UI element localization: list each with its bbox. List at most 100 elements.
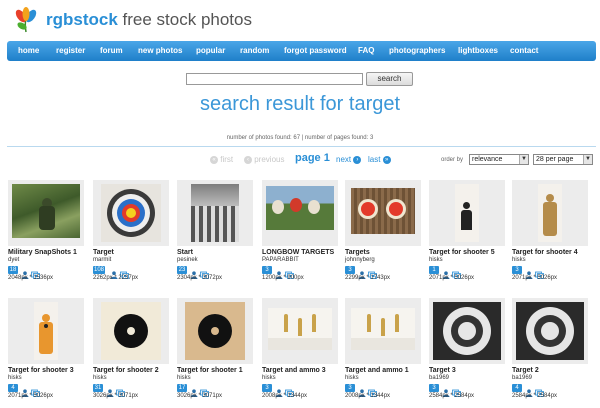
user-icon[interactable] <box>106 384 114 397</box>
lightbox-add-icon[interactable] <box>452 266 461 279</box>
photo-thumbnail[interactable] <box>262 180 338 246</box>
photo-title[interactable]: Military SnapShots 1 <box>8 249 77 256</box>
photo-thumbnail[interactable] <box>177 298 253 364</box>
lightbox-add-icon[interactable] <box>285 266 294 279</box>
user-icon[interactable] <box>21 266 29 279</box>
user-icon[interactable] <box>525 384 533 397</box>
photo-author[interactable]: hisks <box>512 257 526 263</box>
download-count-badge: 18 <box>8 266 18 274</box>
photo-thumbnail[interactable] <box>8 298 84 364</box>
photo-author[interactable]: hisks <box>93 375 107 381</box>
lightbox-add-icon[interactable] <box>31 266 40 279</box>
user-icon[interactable] <box>110 266 118 279</box>
photo-title[interactable]: Target for shooter 5 <box>429 249 495 256</box>
photo-title[interactable]: LONGBOW TARGETS <box>262 249 334 256</box>
lightbox-add-icon[interactable] <box>368 384 377 397</box>
user-icon[interactable] <box>21 384 29 397</box>
nav-photographers[interactable]: photographers <box>389 41 445 61</box>
nav-contact[interactable]: contact <box>510 41 538 61</box>
photo-thumbnail[interactable] <box>262 298 338 364</box>
per-page-value: 28 per page <box>536 156 574 163</box>
photo-thumbnail[interactable] <box>512 298 588 364</box>
photo-author[interactable]: pesinek <box>177 257 198 263</box>
photo-thumbnail[interactable] <box>93 298 169 364</box>
user-icon[interactable] <box>358 266 366 279</box>
user-icon[interactable] <box>275 266 283 279</box>
photo-title[interactable]: Target for shooter 1 <box>177 367 243 374</box>
nav-popular[interactable]: popular <box>196 41 225 61</box>
photo-title[interactable]: Target and ammo 3 <box>262 367 326 374</box>
photo-thumbnail[interactable] <box>429 298 505 364</box>
photo-author[interactable]: hisks <box>8 375 22 381</box>
nav-random[interactable]: random <box>240 41 269 61</box>
pagination-last[interactable]: last » <box>368 154 391 166</box>
photo-thumbnail[interactable] <box>345 298 421 364</box>
rgbstock-logo-icon[interactable] <box>12 6 40 34</box>
photo-author[interactable]: ba1969 <box>429 375 449 381</box>
nav-forgot-password[interactable]: forgot password <box>284 41 347 61</box>
order-by-value: relevance <box>472 156 503 163</box>
photo-author[interactable]: ba1969 <box>512 375 532 381</box>
user-icon[interactable] <box>275 384 283 397</box>
lightbox-add-icon[interactable] <box>116 384 125 397</box>
photo-title[interactable]: Target <box>93 249 114 256</box>
user-icon[interactable] <box>190 384 198 397</box>
photo-title[interactable]: Targets <box>345 249 370 256</box>
nav-lightboxes[interactable]: lightboxes <box>458 41 498 61</box>
photo-dimensions: 2584px * 2584px <box>429 393 475 399</box>
nav-register[interactable]: register <box>56 41 85 61</box>
search-input[interactable] <box>186 73 363 85</box>
photo-author[interactable]: hisks <box>345 375 359 381</box>
photo-title[interactable]: Target for shooter 4 <box>512 249 578 256</box>
photo-dimensions: 2048px * 1536px <box>8 275 54 281</box>
brand-name-bold: rgbstock <box>46 10 118 29</box>
photo-thumbnail[interactable] <box>429 180 505 246</box>
previous-arrow-icon: ‹ <box>244 155 252 164</box>
lightbox-add-icon[interactable] <box>200 266 209 279</box>
lightbox-add-icon[interactable] <box>368 266 377 279</box>
user-icon[interactable] <box>358 384 366 397</box>
photo-title[interactable]: Target for shooter 2 <box>93 367 159 374</box>
lightbox-add-icon[interactable] <box>535 266 544 279</box>
lightbox-add-icon[interactable] <box>200 384 209 397</box>
user-icon[interactable] <box>190 266 198 279</box>
photo-thumbnail[interactable] <box>8 180 84 246</box>
brand-name[interactable]: rgbstock free stock photos <box>46 10 252 30</box>
lightbox-add-icon[interactable] <box>31 384 40 397</box>
photo-author[interactable]: marmit <box>93 257 111 263</box>
photo-thumbnail[interactable] <box>177 180 253 246</box>
lightbox-add-icon[interactable] <box>535 384 544 397</box>
nav-forum[interactable]: forum <box>100 41 123 61</box>
photo-thumbnail[interactable] <box>345 180 421 246</box>
main-nav: home register forum new photos popular r… <box>7 41 596 61</box>
user-icon[interactable] <box>525 266 533 279</box>
nav-home[interactable]: home <box>18 41 39 61</box>
search-button[interactable]: search <box>366 72 413 86</box>
photo-dimensions: 2262px * 2237px <box>93 275 139 281</box>
photo-thumbnail[interactable] <box>93 180 169 246</box>
photo-author[interactable]: dyet <box>8 257 19 263</box>
lightbox-add-icon[interactable] <box>285 384 294 397</box>
per-page-select[interactable]: 28 per page ▼ <box>533 154 593 165</box>
order-by-select[interactable]: relevance ▼ <box>469 154 529 165</box>
photo-title[interactable]: Target and ammo 1 <box>345 367 409 374</box>
pagination-next[interactable]: next › <box>336 154 362 166</box>
photo-author[interactable]: hisks <box>429 257 443 263</box>
photo-thumbnail[interactable] <box>512 180 588 246</box>
photo-title[interactable]: Target 2 <box>512 367 539 374</box>
photo-title[interactable]: Target for shooter 3 <box>8 367 74 374</box>
photo-dimensions: 2071px * 5026px <box>512 275 558 281</box>
chevron-down-icon: ▼ <box>583 155 592 164</box>
photo-author[interactable]: johnnyberg <box>345 257 375 263</box>
photo-title[interactable]: Start <box>177 249 193 256</box>
photo-author[interactable]: hisks <box>262 375 276 381</box>
lightbox-add-icon[interactable] <box>120 266 129 279</box>
nav-faq[interactable]: FAQ <box>358 41 374 61</box>
photo-title[interactable]: Target 3 <box>429 367 456 374</box>
lightbox-add-icon[interactable] <box>452 384 461 397</box>
user-icon[interactable] <box>442 384 450 397</box>
photo-author[interactable]: hisks <box>177 375 191 381</box>
user-icon[interactable] <box>442 266 450 279</box>
photo-author[interactable]: PAPARABBIT <box>262 257 299 263</box>
nav-new-photos[interactable]: new photos <box>138 41 182 61</box>
